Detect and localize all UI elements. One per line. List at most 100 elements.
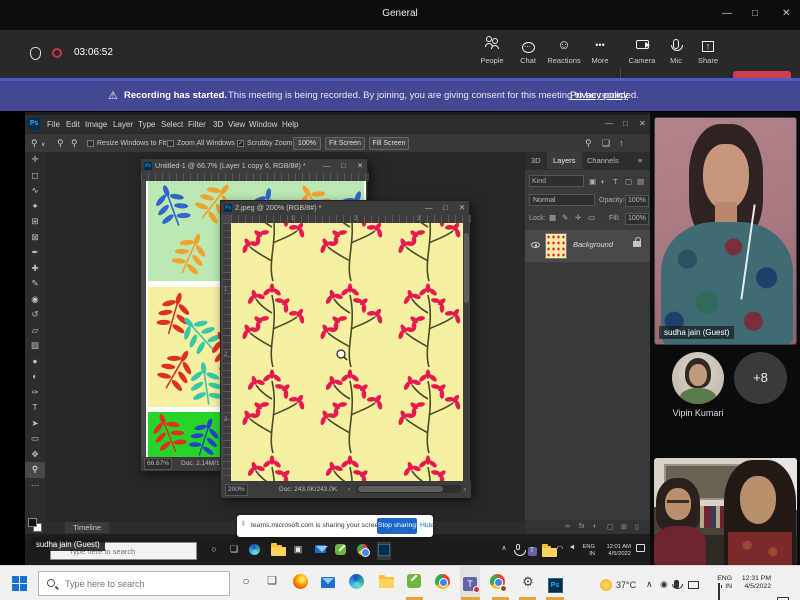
tab-3d[interactable]: 3D bbox=[531, 156, 541, 165]
timeline-tab[interactable]: Timeline bbox=[65, 522, 109, 533]
share-button[interactable]: ↑ Share bbox=[688, 36, 728, 65]
fill-screen-button[interactable]: Fill Screen bbox=[369, 137, 409, 150]
video-tile-bottom[interactable] bbox=[654, 458, 797, 565]
host-tray-mic-icon[interactable] bbox=[674, 580, 679, 588]
video-tile-main[interactable]: sudha jain (Guest) bbox=[654, 117, 797, 345]
eyedropper-tool-icon[interactable]: ✒ bbox=[25, 245, 45, 261]
host-clock[interactable]: 12:31 PM4/5/2022 bbox=[735, 575, 771, 591]
shape-tool-icon[interactable]: ▭ bbox=[25, 431, 45, 447]
task-view-icon[interactable]: ❏ bbox=[227, 544, 241, 555]
new-layer-icon[interactable]: ⊞ bbox=[621, 523, 627, 531]
shared-language-indicator[interactable]: ENGIN bbox=[577, 544, 595, 557]
firefox-icon[interactable] bbox=[290, 574, 310, 594]
zoom-100-button[interactable]: 100% bbox=[293, 137, 321, 150]
doc2-canvas[interactable] bbox=[231, 223, 463, 481]
overflow-participants-badge[interactable]: +8 bbox=[734, 352, 787, 404]
host-search-input[interactable] bbox=[38, 571, 230, 596]
host-task-view-icon[interactable]: ❏ bbox=[262, 574, 282, 594]
host-cortana-icon[interactable]: ○ bbox=[236, 574, 256, 594]
tray-folder-icon[interactable] bbox=[539, 544, 553, 554]
history-brush-tool-icon[interactable]: ↺ bbox=[25, 307, 45, 323]
hand-tool-icon[interactable]: ✥ bbox=[25, 447, 45, 463]
zoom-in-icon[interactable]: ⚲ bbox=[57, 138, 64, 149]
host-edge-icon[interactable] bbox=[346, 574, 366, 594]
eraser-tool-icon[interactable]: ▱ bbox=[25, 323, 45, 339]
reactions-button[interactable]: ☺ Reactions bbox=[544, 36, 584, 65]
zoom-tool-active-icon[interactable]: ⚲ bbox=[25, 462, 45, 478]
start-button[interactable] bbox=[12, 576, 27, 591]
tray-mic-icon[interactable] bbox=[511, 544, 525, 552]
doc2-minimize-icon[interactable]: — bbox=[425, 201, 433, 215]
doc1-close-icon[interactable]: ✕ bbox=[357, 159, 363, 173]
privacy-policy-link[interactable]: Privacy policy bbox=[570, 90, 628, 101]
more-button[interactable]: ••• More bbox=[580, 36, 620, 65]
crop-tool-icon[interactable]: ⊞ bbox=[25, 214, 45, 230]
lock-move-icon[interactable]: ✛ bbox=[575, 213, 581, 222]
doc2-hscroll-thumb[interactable] bbox=[358, 486, 443, 492]
shared-notification-icon[interactable] bbox=[633, 544, 647, 554]
host-language-indicator[interactable]: ENGIN bbox=[714, 575, 732, 591]
layer-style-fx-icon[interactable]: fx bbox=[579, 523, 584, 530]
host-mail-icon[interactable] bbox=[318, 574, 338, 594]
ps-close-icon[interactable]: ✕ bbox=[639, 119, 646, 128]
avatar-vipin-kumari[interactable] bbox=[672, 352, 724, 404]
brush-tool-icon[interactable]: ✎ bbox=[25, 276, 45, 292]
host-notepadpp-icon[interactable] bbox=[404, 574, 424, 594]
layer-thumbnail[interactable] bbox=[545, 233, 567, 259]
layer-mask-icon[interactable]: ▢ bbox=[607, 523, 614, 531]
tool-preset-chevron-icon[interactable]: ∨ bbox=[41, 141, 45, 148]
doc1-zoom-level[interactable]: 66.67% bbox=[144, 458, 172, 470]
filter-smart-icon[interactable]: ▤ bbox=[637, 177, 644, 186]
weather-temp[interactable]: 37°C bbox=[616, 580, 636, 590]
tab-layers[interactable]: Layers bbox=[547, 152, 582, 169]
filter-shape-icon[interactable]: ▢ bbox=[625, 177, 632, 186]
photoshop-taskbar-icon[interactable] bbox=[377, 542, 391, 560]
lock-transparency-icon[interactable]: ▦ bbox=[549, 213, 556, 222]
host-photoshop-icon[interactable]: Ps bbox=[545, 574, 565, 594]
menu-type[interactable]: Type bbox=[138, 120, 155, 129]
host-tray-chevron-icon[interactable]: ∧ bbox=[646, 579, 653, 590]
host-teams-icon[interactable]: T bbox=[460, 566, 480, 598]
menu-image[interactable]: Image bbox=[85, 120, 107, 129]
window-close-icon[interactable]: ✕ bbox=[782, 8, 790, 19]
doc2-scroll-right-icon[interactable]: › bbox=[464, 486, 466, 493]
doc2-zoom-level[interactable]: 200% bbox=[225, 484, 248, 496]
tray-chevron-icon[interactable]: ∧ bbox=[497, 544, 511, 552]
chrome-profile-icon[interactable] bbox=[490, 576, 505, 593]
move-tool-icon[interactable]: ✛ bbox=[25, 152, 45, 168]
mail-icon[interactable] bbox=[313, 544, 327, 555]
shared-clock[interactable]: 12:01 AM4/5/2022 bbox=[599, 544, 631, 557]
marquee-tool-icon[interactable]: ◻ bbox=[25, 168, 45, 184]
adjustment-layer-icon[interactable]: ◐ bbox=[593, 523, 597, 530]
doc2-title-bar[interactable]: Ps 2.jpeg @ 200% (RGB/8#) * — □ ✕ bbox=[221, 201, 469, 215]
chat-button[interactable]: ⋯ Chat bbox=[508, 36, 548, 65]
pen-tool-icon[interactable]: ✑ bbox=[25, 385, 45, 401]
layer-visibility-eye-icon[interactable] bbox=[531, 242, 540, 248]
host-chrome-icon[interactable] bbox=[432, 574, 452, 594]
ps-restore-icon[interactable]: □ bbox=[623, 119, 628, 128]
delete-layer-icon[interactable]: ▯ bbox=[635, 523, 639, 531]
filter-pixel-icon[interactable]: ▣ bbox=[589, 177, 596, 186]
cortana-icon[interactable]: ○ bbox=[207, 544, 221, 554]
menu-layer[interactable]: Layer bbox=[113, 120, 133, 129]
foreground-color-swatch[interactable] bbox=[28, 518, 37, 527]
doc2-scroll-left-icon[interactable]: ‹ bbox=[348, 486, 350, 493]
file-explorer-icon[interactable] bbox=[269, 544, 283, 555]
filter-type-icon[interactable]: T bbox=[613, 177, 618, 186]
path-select-tool-icon[interactable]: ➤ bbox=[25, 416, 45, 432]
lock-artboard-icon[interactable]: ▭ bbox=[588, 213, 595, 222]
frame-tool-icon[interactable]: ⊠ bbox=[25, 230, 45, 246]
dodge-tool-icon[interactable]: ◐ bbox=[25, 369, 45, 385]
resize-windows-checkbox[interactable] bbox=[87, 140, 94, 147]
scrubby-zoom-checkbox[interactable]: ✓ bbox=[237, 140, 244, 147]
cast-display-icon[interactable] bbox=[688, 581, 699, 589]
panel-menu-icon[interactable]: ≡ bbox=[638, 156, 642, 165]
blur-tool-icon[interactable]: ● bbox=[25, 354, 45, 370]
menu-window[interactable]: Window bbox=[249, 120, 277, 129]
zoom-all-windows-checkbox[interactable] bbox=[167, 140, 174, 147]
clone-stamp-tool-icon[interactable]: ◉ bbox=[25, 292, 45, 308]
healing-brush-tool-icon[interactable]: ✚ bbox=[25, 261, 45, 277]
doc2-close-icon[interactable]: ✕ bbox=[459, 201, 465, 215]
fill-value[interactable]: 100% bbox=[625, 213, 649, 225]
menu-view[interactable]: View bbox=[228, 120, 245, 129]
